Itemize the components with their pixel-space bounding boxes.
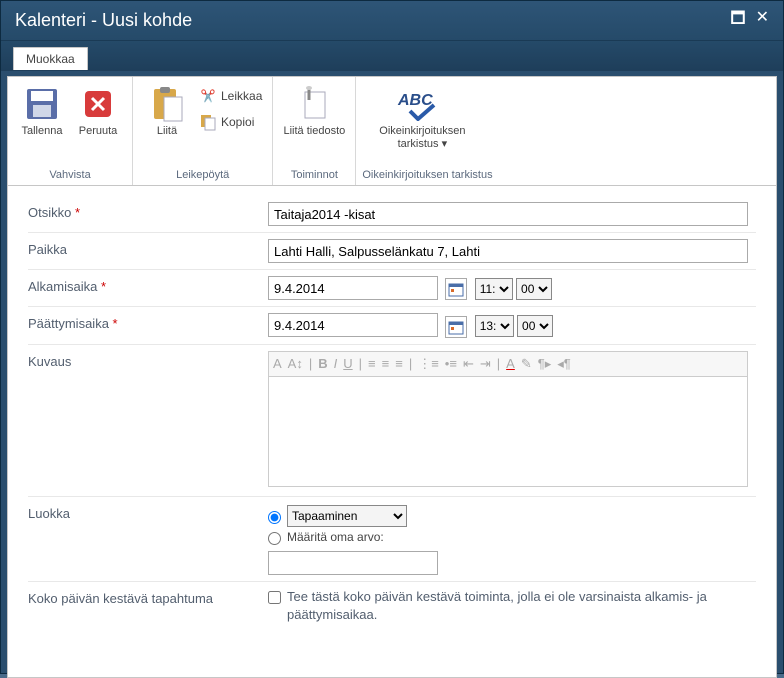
save-icon: [16, 83, 68, 125]
row-end: Päättymisaika * 13: 00: [28, 306, 756, 343]
start-min-select[interactable]: 00: [516, 278, 552, 300]
spellcheck-icon: ABC: [364, 83, 480, 125]
dialog-window: Kalenteri - Uusi kohde 🗖 ✕ Muokkaa Talle…: [0, 0, 784, 674]
attach-file-button[interactable]: Liitä tiedosto: [279, 81, 349, 140]
description-input[interactable]: [268, 377, 748, 487]
attach-icon: [281, 83, 347, 125]
align-right-icon[interactable]: ≡: [395, 356, 403, 372]
dropdown-icon: ▾: [442, 138, 448, 150]
maximize-icon[interactable]: 🗖: [730, 7, 745, 34]
color-icon[interactable]: A: [506, 356, 515, 372]
italic-icon[interactable]: I: [334, 356, 338, 372]
ribbon-group-actions: Liitä tiedosto Toiminnot: [273, 77, 356, 185]
align-left-icon[interactable]: ≡: [368, 356, 376, 372]
category-radio-preset[interactable]: [268, 511, 281, 524]
row-allday: Koko päivän kestävä tapahtuma Tee tästä …: [28, 581, 756, 630]
underline-icon[interactable]: U: [343, 356, 352, 372]
end-min-select[interactable]: 00: [517, 315, 553, 337]
list-unordered-icon[interactable]: •≡: [445, 356, 457, 372]
rtl-icon[interactable]: ◂¶: [557, 356, 571, 372]
cut-button[interactable]: ✂️ Leikkaa: [195, 85, 266, 107]
calendar-icon[interactable]: [445, 316, 467, 338]
bold-icon[interactable]: B: [318, 356, 327, 372]
tab-row: Muokkaa: [1, 47, 783, 70]
highlight-icon[interactable]: ✎: [521, 356, 532, 372]
form-area: Otsikko * Paikka Alkamisaika * 11: 00 Pä…: [7, 186, 777, 678]
allday-checkbox[interactable]: [268, 591, 281, 604]
align-center-icon[interactable]: ≡: [382, 356, 390, 372]
paste-icon: [141, 83, 193, 125]
cancel-icon: [72, 83, 124, 125]
row-title: Otsikko *: [28, 196, 756, 232]
row-start: Alkamisaika * 11: 00: [28, 269, 756, 306]
copy-button[interactable]: Kopioi: [195, 111, 266, 133]
ribbon-group-clipboard: Liitä ✂️ Leikkaa Kopioi Leikepöytä: [133, 77, 273, 185]
row-category: Luokka Tapaaminen Määritä oma arvo:: [28, 496, 756, 581]
ltr-icon[interactable]: ¶▸: [538, 356, 552, 372]
list-ordered-icon[interactable]: ⋮≡: [418, 356, 439, 372]
scissors-icon: ✂️: [199, 87, 217, 105]
outdent-icon[interactable]: ⇤: [463, 356, 474, 372]
title-input[interactable]: [268, 202, 748, 226]
paste-button[interactable]: Liitä: [139, 81, 195, 140]
header-spacer: Muokkaa: [1, 41, 783, 71]
title-bar: Kalenteri - Uusi kohde 🗖 ✕: [1, 1, 783, 41]
window-title: Kalenteri - Uusi kohde: [15, 10, 730, 31]
ribbon-group-confirm: Tallenna Peruuta Vahvista: [8, 77, 133, 185]
end-date-input[interactable]: [268, 313, 438, 337]
cancel-button[interactable]: Peruuta: [70, 81, 126, 140]
copy-icon: [199, 113, 217, 131]
location-input[interactable]: [268, 239, 748, 263]
category-custom-input[interactable]: [268, 551, 438, 575]
ribbon: Tallenna Peruuta Vahvista Liitä: [7, 76, 777, 186]
rte-toolbar: A A↕ | B I U | ≡ ≡ ≡ | ⋮≡ •≡ ⇤ ⇥ | A: [268, 351, 748, 377]
save-button[interactable]: Tallenna: [14, 81, 70, 140]
row-description: Kuvaus A A↕ | B I U | ≡ ≡ ≡ | ⋮≡ •≡ ⇤: [28, 344, 756, 496]
start-hour-select[interactable]: 11:: [475, 278, 513, 300]
calendar-icon[interactable]: [445, 278, 467, 300]
spellcheck-button[interactable]: ABC Oikeinkirjoituksen tarkistus ▾: [362, 81, 482, 153]
category-radio-custom[interactable]: [268, 532, 281, 545]
window-controls: 🗖 ✕: [730, 7, 769, 34]
start-date-input[interactable]: [268, 276, 438, 300]
indent-icon[interactable]: ⇥: [480, 356, 491, 372]
font-icon[interactable]: A: [273, 356, 282, 372]
end-hour-select[interactable]: 13:: [475, 315, 514, 337]
close-icon[interactable]: ✕: [756, 7, 769, 34]
required-mark: *: [75, 205, 80, 220]
ribbon-group-spell: ABC Oikeinkirjoituksen tarkistus ▾ Oikei…: [356, 77, 498, 185]
row-location: Paikka: [28, 232, 756, 269]
svg-text:ABC: ABC: [397, 92, 433, 109]
category-select[interactable]: Tapaaminen: [287, 505, 407, 527]
font-size-icon[interactable]: A↕: [288, 356, 303, 372]
tab-edit[interactable]: Muokkaa: [13, 47, 88, 70]
